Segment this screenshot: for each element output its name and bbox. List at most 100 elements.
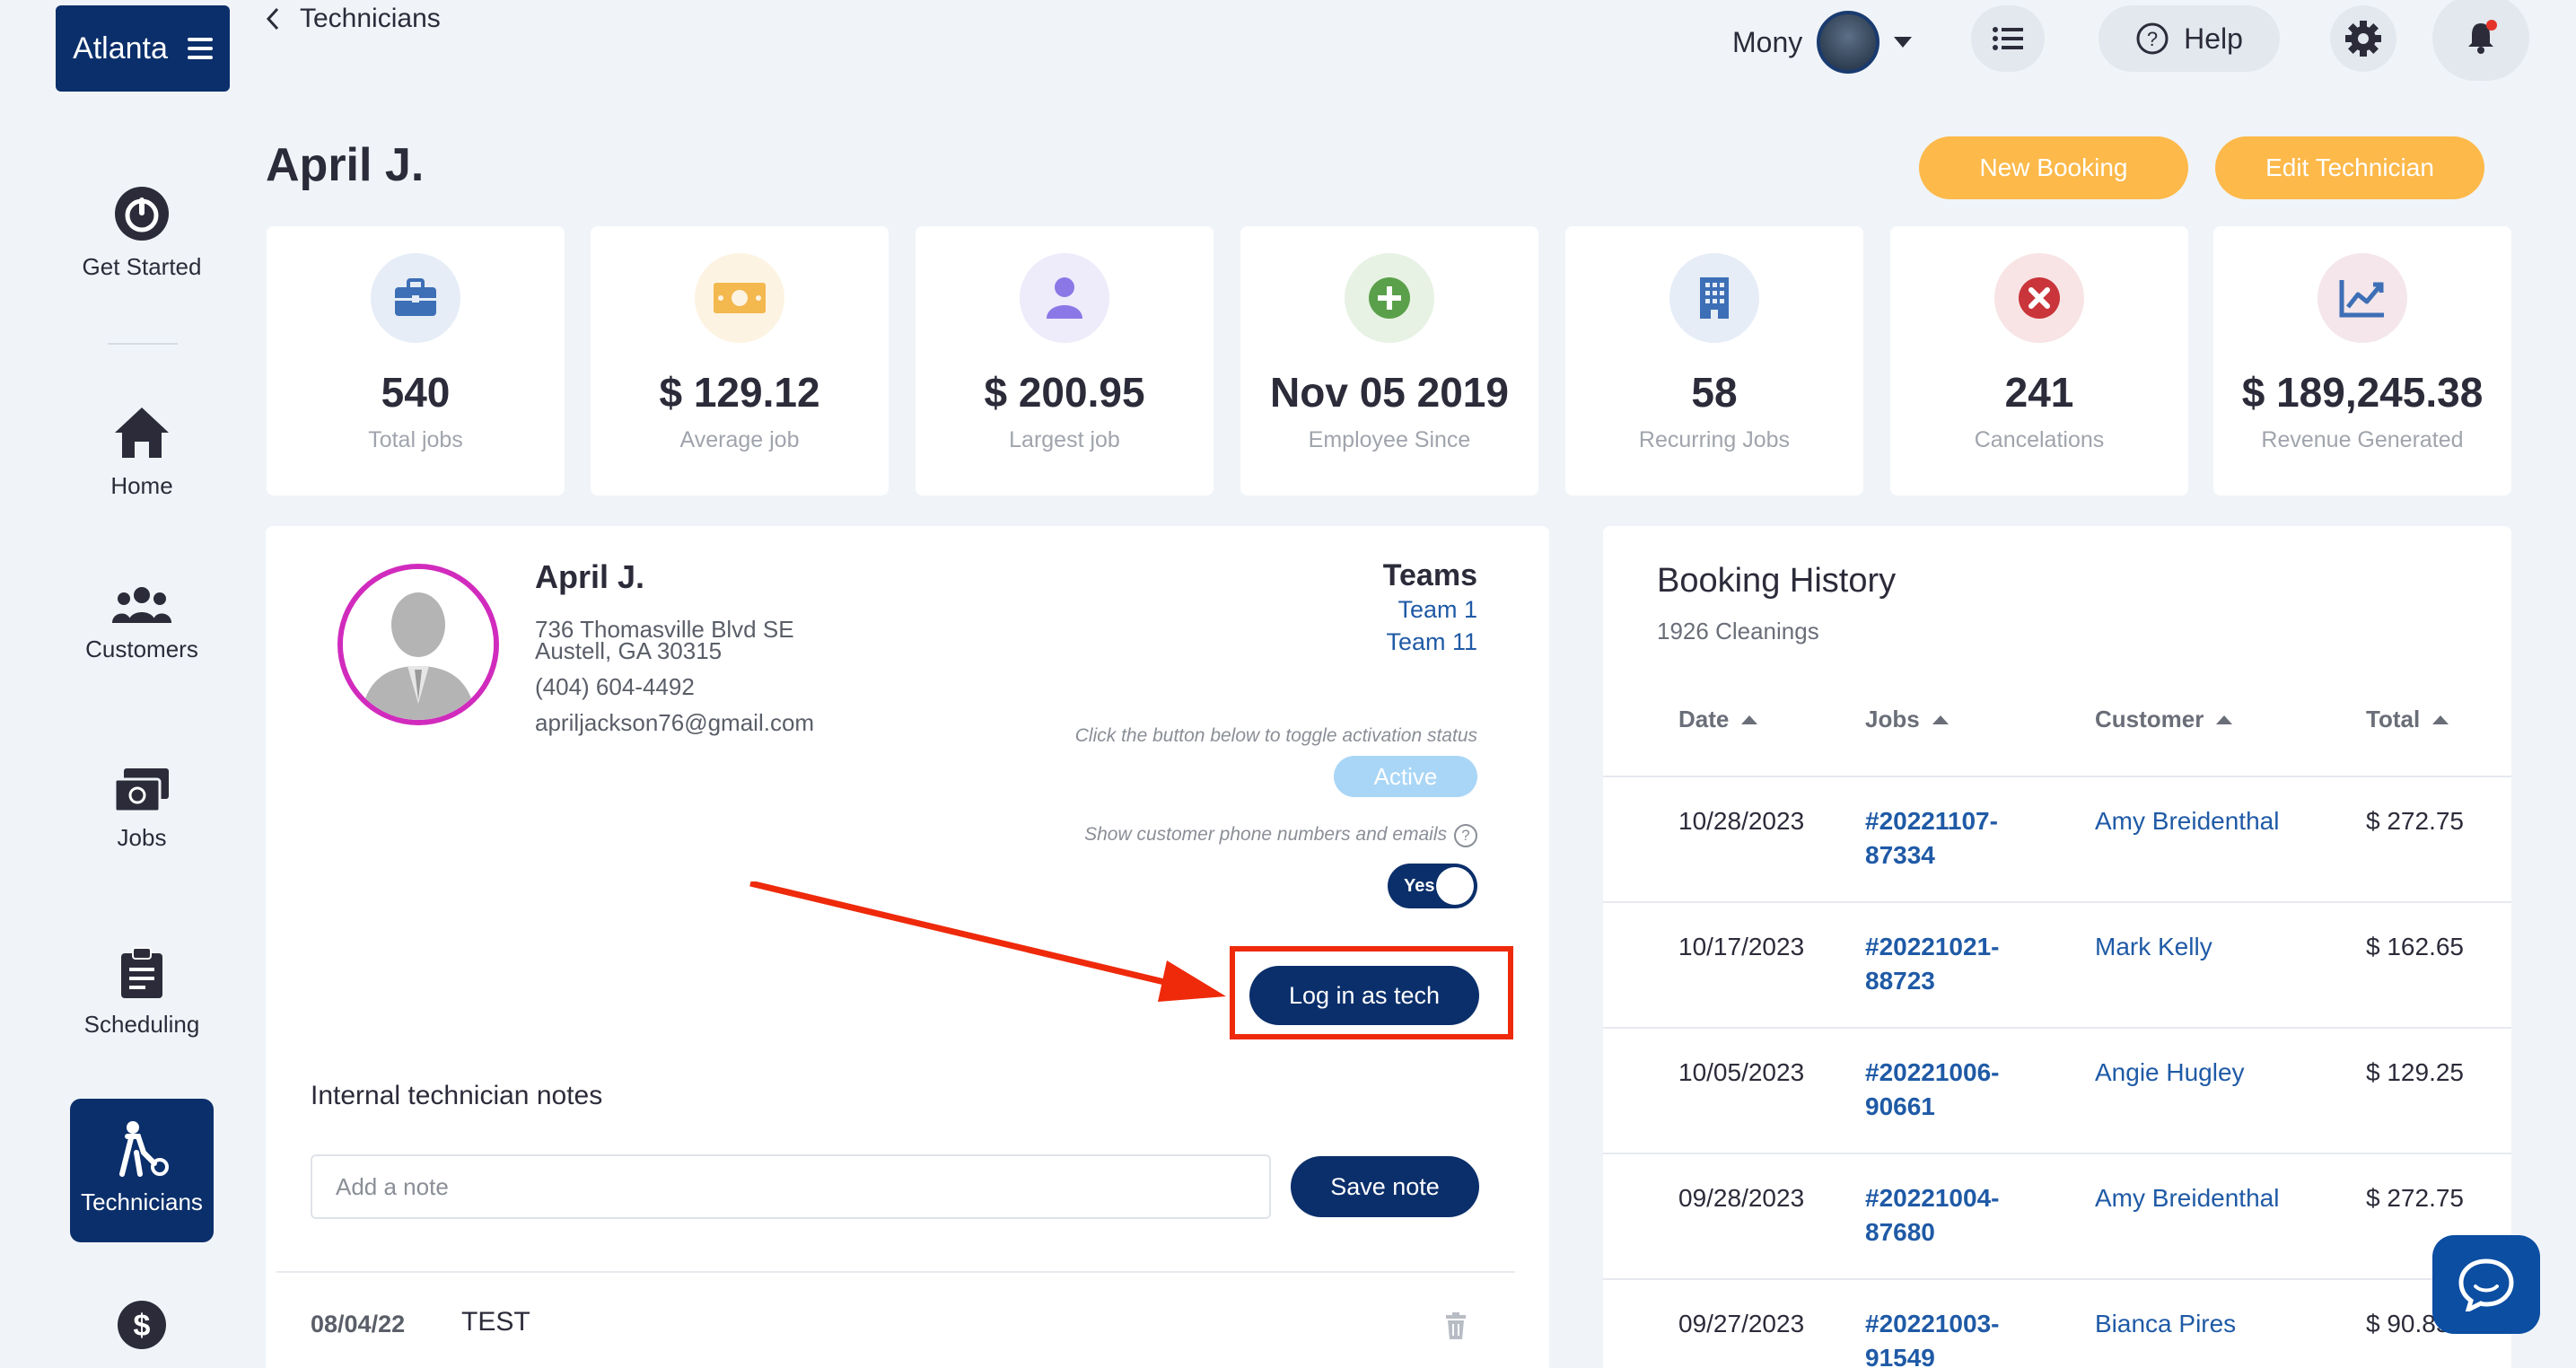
sidebar-item-label: Home [110, 472, 173, 499]
sidebar-item-label: Scheduling [83, 1011, 200, 1038]
user-icon [1020, 253, 1109, 343]
column-header-date[interactable]: Date [1678, 706, 1758, 733]
sidebar-item-label: Jobs [117, 824, 167, 851]
booking-history-title: Booking History [1657, 562, 1897, 600]
notifications-button[interactable] [2432, 0, 2529, 81]
back-link[interactable]: Technicians [266, 4, 441, 34]
notes-title: Internal technician notes [311, 1081, 603, 1110]
stat-card-total-jobs: 540 Total jobs [267, 226, 565, 495]
settings-button[interactable] [2330, 5, 2396, 72]
email-address: apriljackson76@gmail.com [535, 709, 815, 736]
stat-label: Employee Since [1308, 427, 1471, 452]
activation-hint: Click the button below to toggle activat… [1074, 725, 1477, 746]
sidebar-item-technicians[interactable]: Technicians [70, 1099, 214, 1242]
job-link[interactable]: #20221003- 91549 [1865, 1307, 2027, 1368]
stat-value: 241 [2004, 369, 2074, 416]
customer-link[interactable]: Amy Breidenthal [2095, 1181, 2279, 1215]
phone-number: (404) 604-4492 [535, 673, 695, 700]
list-view-button[interactable] [1971, 5, 2045, 72]
team-link[interactable]: Team 1 [1398, 596, 1477, 624]
location-menu-button[interactable]: Atlanta [56, 5, 230, 92]
dollar-icon: $ [70, 1300, 214, 1350]
sort-asc-icon [1741, 715, 1758, 724]
job-link[interactable]: #20221021- 88723 [1865, 930, 2027, 998]
address-line-2: Austell, GA 30315 [535, 637, 723, 664]
sidebar-item-customers[interactable]: Customers [70, 585, 214, 663]
job-link[interactable]: #20221006- 90661 [1865, 1056, 2027, 1124]
plus-icon [1345, 253, 1434, 343]
column-header-total[interactable]: Total [2366, 706, 2449, 733]
customer-link[interactable]: Bianca Pires [2095, 1307, 2236, 1341]
job-link[interactable]: #20221107- 87334 [1865, 804, 2027, 873]
back-link-label: Technicians [300, 4, 441, 33]
sidebar-item-home[interactable]: Home [70, 404, 214, 500]
chat-icon [2458, 1258, 2514, 1311]
stat-label: Revenue Generated [2261, 427, 2464, 452]
page-title: April J. [266, 139, 425, 191]
job-id-part: #20221021- [1865, 933, 2000, 960]
switch-knob [1436, 867, 1474, 905]
booking-history-card: Booking History 1926 Cleanings Date Jobs… [1603, 526, 2511, 1368]
switch-label: Yes [1404, 875, 1435, 896]
cell-date: 10/17/2023 [1678, 933, 1805, 960]
sidebar-item-scheduling[interactable]: Scheduling [70, 946, 214, 1039]
trash-icon[interactable] [1445, 1312, 1467, 1339]
technician-profile-card: April J. 736 Thomasville Blvd SE Austell… [266, 526, 1549, 1368]
sidebar-item-label: Customers [85, 636, 198, 662]
sidebar-item-billing[interactable]: $ [70, 1300, 214, 1361]
stat-label: Largest job [1009, 427, 1120, 452]
cell-date: 09/28/2023 [1678, 1184, 1805, 1212]
customer-link[interactable]: Amy Breidenthal [2095, 804, 2279, 838]
stat-value: $ 189,245.38 [2241, 369, 2484, 416]
column-header-jobs[interactable]: Jobs [1865, 706, 1949, 733]
note-input[interactable] [311, 1154, 1271, 1219]
sidebar-item-get-started[interactable]: Get Started [70, 185, 214, 281]
column-label: Jobs [1865, 706, 1920, 732]
profile-picture [337, 564, 499, 725]
bell-icon [2468, 20, 2497, 54]
booking-history-count: 1926 Cleanings [1657, 618, 1819, 645]
question-icon[interactable]: ? [1454, 824, 1477, 847]
chevron-down-icon [1894, 37, 1913, 48]
sidebar-divider [108, 343, 178, 345]
table-divider [1603, 1027, 2511, 1029]
sort-asc-icon [2432, 715, 2449, 724]
save-note-button[interactable]: Save note [1291, 1156, 1479, 1217]
job-id-part: #20221006- [1865, 1058, 2000, 1086]
hamburger-icon [187, 38, 213, 59]
stat-label: Total jobs [368, 427, 463, 452]
active-status-toggle[interactable]: Active [1334, 756, 1477, 797]
stat-card-revenue: $ 189,245.38 Revenue Generated [2213, 226, 2511, 495]
log-in-as-tech-button[interactable]: Log in as tech [1249, 966, 1479, 1025]
table-divider [1603, 901, 2511, 903]
team-link[interactable]: Team 11 [1386, 628, 1477, 656]
stat-card-average-job: $ 129.12 Average job [591, 226, 889, 495]
column-label: Customer [2095, 706, 2204, 732]
sidebar-item-label: Technicians [81, 1188, 203, 1215]
cell-total: $ 272.75 [2366, 807, 2464, 835]
sidebar-item-jobs[interactable]: Jobs [70, 767, 214, 852]
help-button[interactable]: ? Help [2098, 5, 2280, 72]
edit-technician-button[interactable]: Edit Technician [2215, 136, 2484, 199]
divider [276, 1271, 1515, 1273]
job-id-part: 90661 [1865, 1092, 1935, 1120]
stat-value: 540 [381, 369, 451, 416]
new-booking-button[interactable]: New Booking [1919, 136, 2188, 199]
note-text: TEST [461, 1307, 530, 1337]
customer-link[interactable]: Mark Kelly [2095, 930, 2212, 964]
sort-asc-icon [2216, 715, 2233, 724]
users-icon [70, 585, 214, 625]
customer-link[interactable]: Angie Hugley [2095, 1056, 2245, 1090]
chevron-left-icon [266, 7, 279, 31]
job-id-part: 87680 [1865, 1218, 1935, 1246]
user-menu[interactable]: Mony [1732, 11, 1913, 74]
chat-widget-button[interactable] [2432, 1235, 2540, 1334]
avatar [1817, 11, 1880, 74]
job-link[interactable]: #20221004- 87680 [1865, 1181, 2027, 1250]
sort-asc-icon [1932, 715, 1949, 724]
stat-label: Average job [679, 427, 800, 452]
phone-visibility-switch[interactable]: Yes [1388, 864, 1477, 908]
clipboard-icon [70, 946, 214, 1000]
column-header-customer[interactable]: Customer [2095, 706, 2233, 733]
svg-text:?: ? [2147, 28, 2158, 50]
